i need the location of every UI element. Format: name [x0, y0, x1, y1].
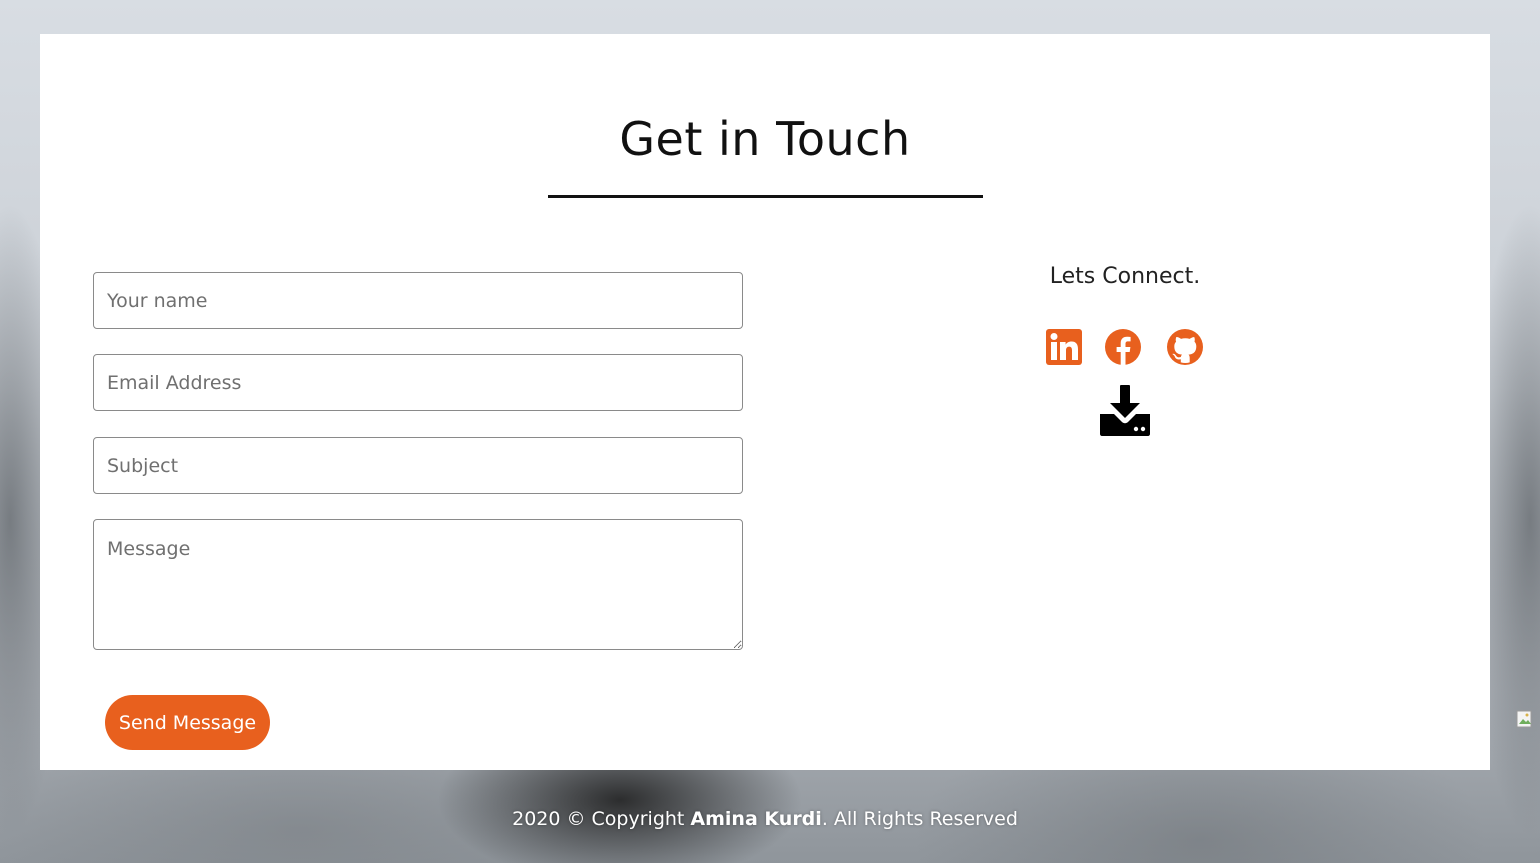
- title-underline: [548, 195, 983, 198]
- broken-image-icon: [1516, 710, 1540, 732]
- page-title: Get in Touch: [619, 112, 911, 166]
- footer-copyright: 2020 © Copyright Amina Kurdi. All Rights…: [0, 808, 1530, 830]
- github-link[interactable]: [1166, 328, 1204, 366]
- name-input[interactable]: [93, 272, 743, 329]
- download-icon: [1100, 385, 1150, 436]
- email-input[interactable]: [93, 354, 743, 411]
- connect-heading: Lets Connect.: [1049, 264, 1201, 289]
- footer-owner: Amina Kurdi: [690, 808, 822, 830]
- subject-input[interactable]: [93, 437, 743, 494]
- facebook-link[interactable]: [1104, 328, 1142, 366]
- send-message-button[interactable]: Send Message: [105, 695, 270, 750]
- github-icon: [1167, 329, 1203, 365]
- linkedin-link[interactable]: [1045, 328, 1083, 366]
- footer-suffix: . All Rights Reserved: [821, 808, 1018, 830]
- footer-prefix: 2020 © Copyright: [512, 808, 691, 830]
- message-textarea[interactable]: [93, 519, 743, 650]
- facebook-icon: [1105, 329, 1141, 365]
- download-cv-link[interactable]: [1099, 384, 1151, 436]
- linkedin-icon: [1046, 329, 1082, 365]
